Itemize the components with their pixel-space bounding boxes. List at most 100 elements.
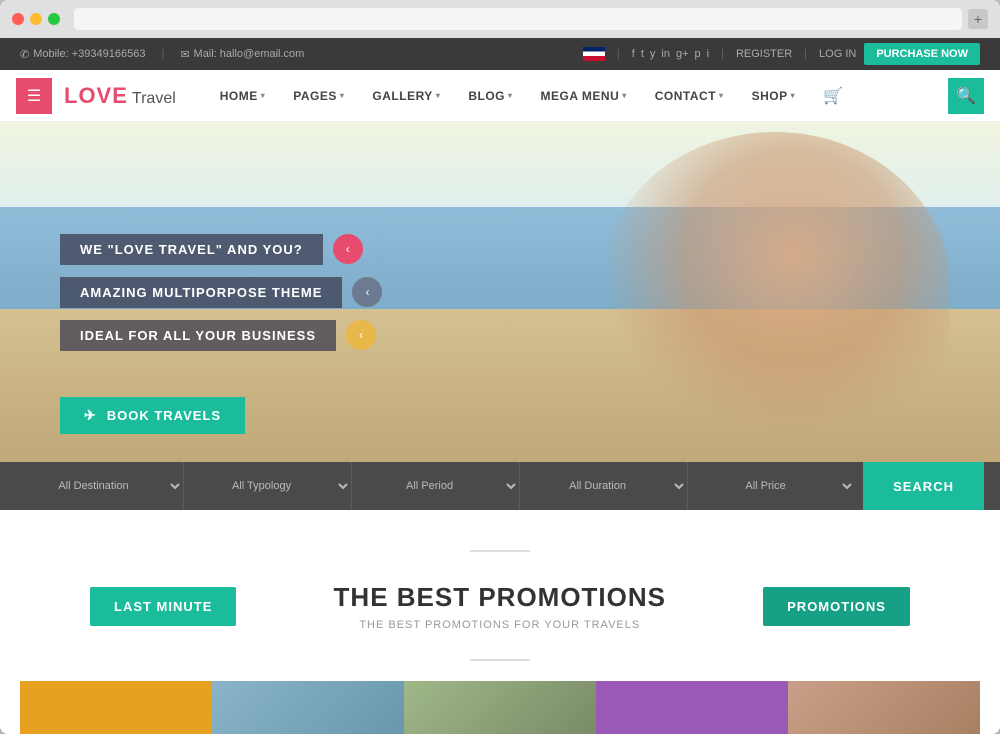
- url-bar[interactable]: [74, 8, 962, 30]
- slide-3: IDEAL FOR ALL YOUR BUSINESS ‹: [60, 320, 1000, 351]
- card-photo1[interactable]: [212, 681, 404, 734]
- hamburger-button[interactable]: ☰: [16, 78, 52, 114]
- promo-header: LAST MINUTE THE BEST PROMOTIONS THE BEST…: [90, 582, 910, 631]
- nav-item-megamenu: MEGA MENU ▾: [527, 70, 641, 122]
- cart-icon: 🛒: [823, 86, 843, 106]
- nav-label-home: HOME: [220, 89, 258, 103]
- promo-sub-title: THE BEST PROMOTIONS FOR YOUR TRAVELS: [334, 619, 666, 631]
- slide-3-text: IDEAL FOR ALL YOUR BUSINESS: [60, 320, 336, 351]
- search-bar: All Destination All Typology All Period …: [0, 462, 1000, 510]
- nav-link-cart[interactable]: 🛒: [809, 70, 857, 122]
- nav-menu: HOME ▾ PAGES ▾ GALLERY ▾: [206, 70, 948, 122]
- nav-link-megamenu[interactable]: MEGA MENU ▾: [527, 70, 641, 122]
- nav-arrow-megamenu: ▾: [622, 91, 627, 100]
- logo-travel: Travel: [132, 90, 176, 108]
- divider1: |: [617, 48, 620, 60]
- social-pinterest[interactable]: p: [695, 48, 701, 60]
- duration-select[interactable]: All Duration: [520, 462, 688, 510]
- register-link[interactable]: REGISTER: [736, 48, 792, 60]
- nav-item-gallery: GALLERY ▾: [358, 70, 454, 122]
- card-photo3[interactable]: [788, 681, 980, 734]
- browser-chrome: +: [0, 0, 1000, 38]
- nav-arrow-blog: ▾: [508, 91, 513, 100]
- destination-select[interactable]: All Destination: [16, 462, 184, 510]
- nav-arrow-home: ▾: [261, 91, 266, 100]
- phone-text: Mobile: +39349166563: [33, 48, 145, 60]
- nav-link-gallery[interactable]: GALLERY ▾: [358, 70, 454, 122]
- slide-3-arrow[interactable]: ‹: [346, 320, 376, 350]
- slide-1-arrow[interactable]: ‹: [333, 234, 363, 264]
- promo-bottom-divider: [470, 659, 530, 661]
- book-travels-button[interactable]: ✈ BOOK TRAVELS: [60, 397, 245, 434]
- promo-main-title: THE BEST PROMOTIONS: [334, 582, 666, 613]
- nav-item-home: HOME ▾: [206, 70, 280, 122]
- slide-2-text: AMAZING MULTIPORPOSE THEME: [60, 277, 342, 308]
- promotions-button[interactable]: PROMOTIONS: [763, 587, 910, 626]
- nav-link-pages[interactable]: PAGES ▾: [279, 70, 358, 122]
- social-icons: f t y in g+ p i: [632, 48, 709, 60]
- nav-arrow-shop: ▾: [791, 91, 796, 100]
- period-select[interactable]: All Period: [352, 462, 520, 510]
- book-btn-wrap: ✈ BOOK TRAVELS: [60, 397, 245, 434]
- phone-icon: [20, 48, 29, 61]
- nav-label-blog: BLOG: [468, 89, 505, 103]
- nav-item-contact: CONTACT ▾: [641, 70, 738, 122]
- social-instagram[interactable]: i: [707, 48, 709, 60]
- top-bar-right: | f t y in g+ p i | REGISTER | LOG IN PU…: [583, 43, 980, 65]
- book-icon: ✈: [84, 407, 97, 424]
- purchase-button[interactable]: PURCHASE NOW: [864, 43, 980, 65]
- site-content: Mobile: +39349166563 | Mail: hallo@email…: [0, 38, 1000, 734]
- promo-top-divider: [470, 550, 530, 552]
- maximize-dot[interactable]: [48, 13, 60, 25]
- mail-icon: [180, 48, 189, 61]
- search-button[interactable]: SEARCH: [863, 462, 984, 510]
- phone-info: Mobile: +39349166563: [20, 48, 145, 61]
- slide-2: AMAZING MULTIPORPOSE THEME ‹: [60, 277, 1000, 308]
- card-purple[interactable]: [596, 681, 788, 734]
- slide-1: WE "LOVE TRAVEL" AND YOU? ‹: [60, 234, 1000, 265]
- social-twitter[interactable]: t: [641, 48, 644, 60]
- nav-arrow-contact: ▾: [719, 91, 724, 100]
- nav-item-cart: 🛒: [809, 70, 857, 122]
- nav-link-home[interactable]: HOME ▾: [206, 70, 280, 122]
- cards-row: [20, 681, 980, 734]
- logo-love: LOVE: [64, 83, 128, 109]
- nav-label-megamenu: MEGA MENU: [541, 89, 620, 103]
- price-select[interactable]: All Price: [688, 462, 855, 510]
- social-youtube[interactable]: y: [650, 48, 656, 60]
- mail-info: Mail: hallo@email.com: [180, 48, 304, 61]
- book-label: BOOK TRAVELS: [107, 408, 221, 423]
- search-icon: 🔍: [956, 86, 976, 106]
- flag-uk: [583, 47, 605, 61]
- slide-2-arrow[interactable]: ‹: [352, 277, 382, 307]
- login-link[interactable]: LOG IN: [819, 48, 856, 60]
- new-tab-button[interactable]: +: [968, 9, 988, 29]
- top-bar: Mobile: +39349166563 | Mail: hallo@email…: [0, 38, 1000, 70]
- nav-label-shop: SHOP: [752, 89, 788, 103]
- promotions-section: LAST MINUTE THE BEST PROMOTIONS THE BEST…: [0, 510, 1000, 734]
- close-dot[interactable]: [12, 13, 24, 25]
- social-gplus[interactable]: g+: [676, 48, 689, 60]
- typology-select[interactable]: All Typology: [184, 462, 352, 510]
- last-minute-button[interactable]: LAST MINUTE: [90, 587, 236, 626]
- nav-search-button[interactable]: 🔍: [948, 78, 984, 114]
- top-bar-left: Mobile: +39349166563 | Mail: hallo@email…: [20, 48, 304, 61]
- card-photo2[interactable]: [404, 681, 596, 734]
- nav-item-blog: BLOG ▾: [454, 70, 526, 122]
- hero-section: WE "LOVE TRAVEL" AND YOU? ‹ AMAZING MULT…: [0, 122, 1000, 462]
- nav-arrow-pages: ▾: [340, 91, 345, 100]
- nav-link-blog[interactable]: BLOG ▾: [454, 70, 526, 122]
- nav-link-contact[interactable]: CONTACT ▾: [641, 70, 738, 122]
- social-facebook[interactable]: f: [632, 48, 635, 60]
- divider-bar: |: [161, 48, 164, 60]
- divider2: |: [721, 48, 724, 60]
- card-orange[interactable]: [20, 681, 212, 734]
- mail-text: Mail: hallo@email.com: [194, 48, 305, 60]
- promo-title-block: THE BEST PROMOTIONS THE BEST PROMOTIONS …: [334, 582, 666, 631]
- nav-link-shop[interactable]: SHOP ▾: [738, 70, 810, 122]
- logo[interactable]: LOVE Travel: [64, 83, 176, 109]
- main-nav: ☰ LOVE Travel HOME ▾ PAGES ▾: [0, 70, 1000, 122]
- social-linkedin[interactable]: in: [661, 48, 670, 60]
- nav-label-pages: PAGES: [293, 89, 337, 103]
- minimize-dot[interactable]: [30, 13, 42, 25]
